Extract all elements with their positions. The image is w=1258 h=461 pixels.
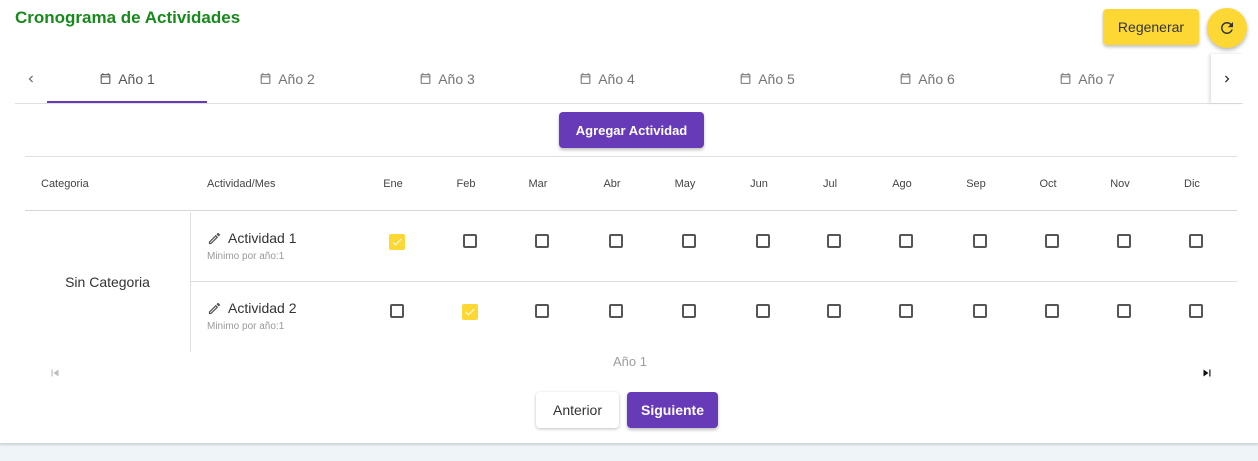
page-title: Cronograma de Actividades <box>15 8 241 27</box>
calendar-icon <box>900 73 911 84</box>
refresh-icon <box>1221 21 1233 34</box>
pencil-icon[interactable] <box>207 231 222 246</box>
year-tabs: Año 1 Año 2 Año 3 Año 4 Año 5 Año 6 Año 7 <box>15 54 1243 104</box>
month-checkbox[interactable] <box>756 234 770 248</box>
tab-year-5[interactable]: Año 5 <box>687 54 847 103</box>
tab-label: Año 3 <box>438 70 475 87</box>
tab-label: Año 1 <box>118 70 155 87</box>
activity-name[interactable]: Actividad 1 <box>207 230 296 246</box>
check-icon <box>465 308 475 316</box>
month-checkbox[interactable] <box>609 304 623 318</box>
tab-label: Año 7 <box>1078 70 1115 87</box>
first-page-button[interactable] <box>48 366 62 385</box>
category-cell: Sin Categoria <box>25 212 191 352</box>
activity-name[interactable]: Actividad 2 <box>207 300 296 316</box>
month-checkbox[interactable] <box>827 304 841 318</box>
month-checkbox[interactable] <box>899 304 913 318</box>
month-checkbox[interactable] <box>899 234 913 248</box>
month-checkbox[interactable] <box>390 304 404 318</box>
activity-column-header: Actividad/Mes <box>207 178 276 190</box>
regenerate-button[interactable]: Regenerar <box>1103 9 1199 45</box>
month-checkbox[interactable] <box>973 234 987 248</box>
previous-button[interactable]: Anterior <box>536 392 619 428</box>
first-page-icon <box>51 369 59 377</box>
calendar-icon <box>580 73 591 84</box>
tab-year-2[interactable]: Año 2 <box>207 54 367 103</box>
tab-label: Año 4 <box>598 70 635 87</box>
tab-label: Año 5 <box>758 70 795 87</box>
month-checkbox[interactable] <box>1045 234 1059 248</box>
pager-label: Año 1 <box>613 354 647 369</box>
month-checkbox[interactable] <box>609 234 623 248</box>
schedule-card: Cronograma de Actividades Regenerar Año … <box>0 0 1258 444</box>
month-checkbox[interactable] <box>463 234 477 248</box>
tab-year-7[interactable]: Año 7 <box>1007 54 1167 103</box>
tabs-scroll-right[interactable] <box>1211 54 1243 103</box>
tab-label: Año 6 <box>918 70 955 87</box>
add-activity-button[interactable]: Agregar Actividad <box>559 112 704 148</box>
last-page-icon <box>1203 369 1211 377</box>
month-header: Dic <box>1184 178 1200 190</box>
month-header: Jun <box>750 178 768 190</box>
calendar-icon <box>420 73 431 84</box>
month-header: Nov <box>1110 178 1130 190</box>
month-header: May <box>674 178 696 190</box>
month-checkbox[interactable] <box>1117 304 1131 318</box>
last-page-button[interactable] <box>1200 366 1214 385</box>
month-header: Sep <box>966 178 986 190</box>
month-checkbox[interactable] <box>1189 304 1203 318</box>
month-header: Ago <box>892 178 912 190</box>
activity-minimum: Minimo por año:1 <box>207 251 285 262</box>
header-divider <box>25 210 1237 211</box>
category-column-header: Categoria <box>41 178 89 190</box>
month-checkbox[interactable] <box>682 304 696 318</box>
calendar-icon <box>260 73 271 84</box>
tabs-scroll-left[interactable] <box>15 54 47 103</box>
tab-year-4[interactable]: Año 4 <box>527 54 687 103</box>
refresh-button[interactable] <box>1207 8 1247 48</box>
pencil-icon[interactable] <box>207 301 222 316</box>
month-header: Oct <box>1039 178 1057 190</box>
month-checkbox[interactable] <box>827 234 841 248</box>
check-icon <box>392 238 402 246</box>
month-checkbox[interactable] <box>756 304 770 318</box>
month-checkbox[interactable] <box>1117 234 1131 248</box>
chevron-left-icon <box>28 75 33 82</box>
month-checkbox[interactable] <box>973 304 987 318</box>
tab-year-6[interactable]: Año 6 <box>847 54 1007 103</box>
tab-label: Año 2 <box>278 70 315 87</box>
month-header: Feb <box>456 178 476 190</box>
calendar-icon <box>1060 73 1071 84</box>
month-checkbox[interactable] <box>389 234 405 250</box>
activity-label: Actividad 2 <box>228 300 297 316</box>
month-header: Abr <box>603 178 621 190</box>
month-header: Mar <box>528 178 548 190</box>
month-checkbox[interactable] <box>1045 304 1059 318</box>
chevron-right-icon <box>1225 75 1230 82</box>
month-checkbox[interactable] <box>535 304 549 318</box>
activity-minimum: Minimo por año:1 <box>207 321 285 332</box>
calendar-icon <box>100 73 111 84</box>
calendar-icon <box>740 73 751 84</box>
tab-year-3[interactable]: Año 3 <box>367 54 527 103</box>
activity-label: Actividad 1 <box>228 230 297 246</box>
month-checkbox[interactable] <box>1189 234 1203 248</box>
month-header: Jul <box>822 178 838 190</box>
next-button[interactable]: Siguiente <box>627 392 718 428</box>
divider <box>25 156 1237 157</box>
month-checkbox[interactable] <box>462 304 478 320</box>
month-checkbox[interactable] <box>682 234 696 248</box>
month-checkbox[interactable] <box>535 234 549 248</box>
tab-year-1[interactable]: Año 1 <box>47 54 207 103</box>
active-tab-indicator <box>47 101 207 103</box>
row-divider <box>191 281 1237 282</box>
month-header: Ene <box>383 178 403 190</box>
